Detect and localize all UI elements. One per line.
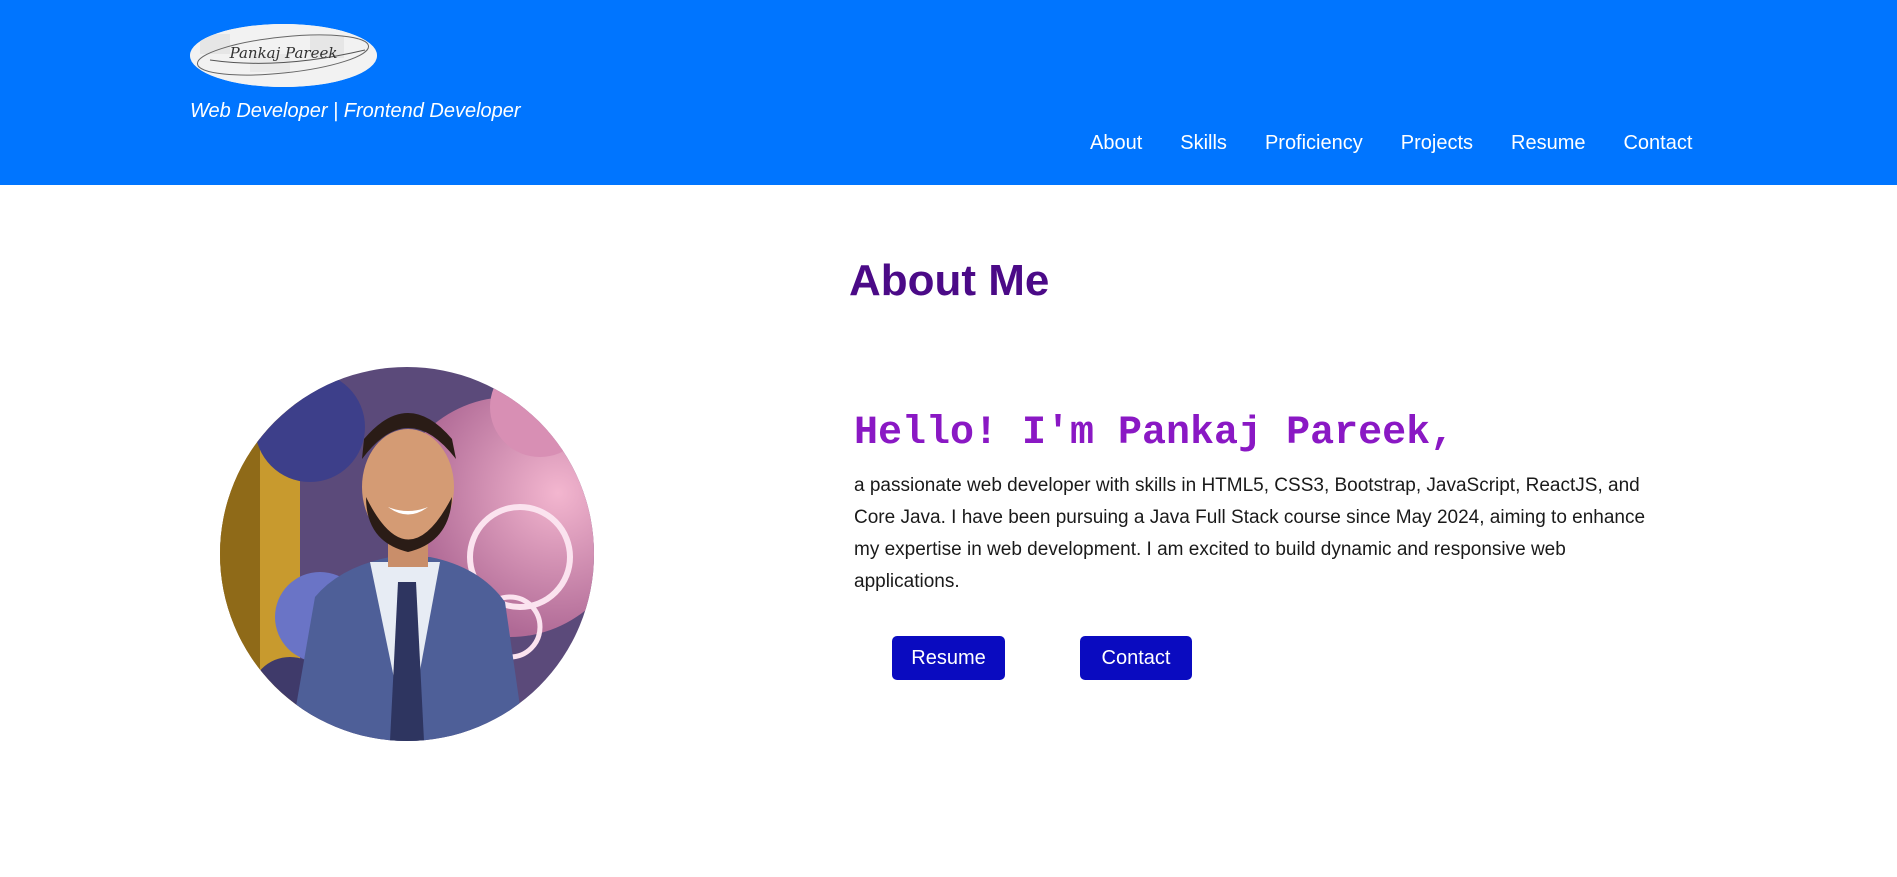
nav-projects[interactable]: Projects xyxy=(1401,132,1473,155)
nav-proficiency[interactable]: Proficiency xyxy=(1265,132,1363,155)
bio-paragraph: a passionate web developer with skills i… xyxy=(854,475,1646,592)
contact-button[interactable]: Contact xyxy=(1080,636,1192,680)
main-nav: About Skills Proficiency Projects Resume… xyxy=(1090,132,1730,155)
section-title: About Me xyxy=(849,256,1050,305)
nav-resume[interactable]: Resume xyxy=(1511,132,1585,155)
logo-signature: Pankaj Pareek xyxy=(229,44,338,62)
nav-about[interactable]: About xyxy=(1090,132,1142,155)
logo[interactable]: Pankaj Pareek xyxy=(190,24,377,87)
nav-contact[interactable]: Contact xyxy=(1623,132,1692,155)
tagline: Web Developer | Frontend Developer xyxy=(190,100,521,122)
greeting-heading: Hello! I'm Pankaj Pareek, xyxy=(854,411,1455,456)
nav-skills[interactable]: Skills xyxy=(1180,132,1227,155)
resume-button[interactable]: Resume xyxy=(892,636,1005,680)
profile-photo xyxy=(220,367,594,741)
site-header: Pankaj Pareek Web Developer | Frontend D… xyxy=(0,0,1897,185)
profile-person-image xyxy=(220,367,594,741)
